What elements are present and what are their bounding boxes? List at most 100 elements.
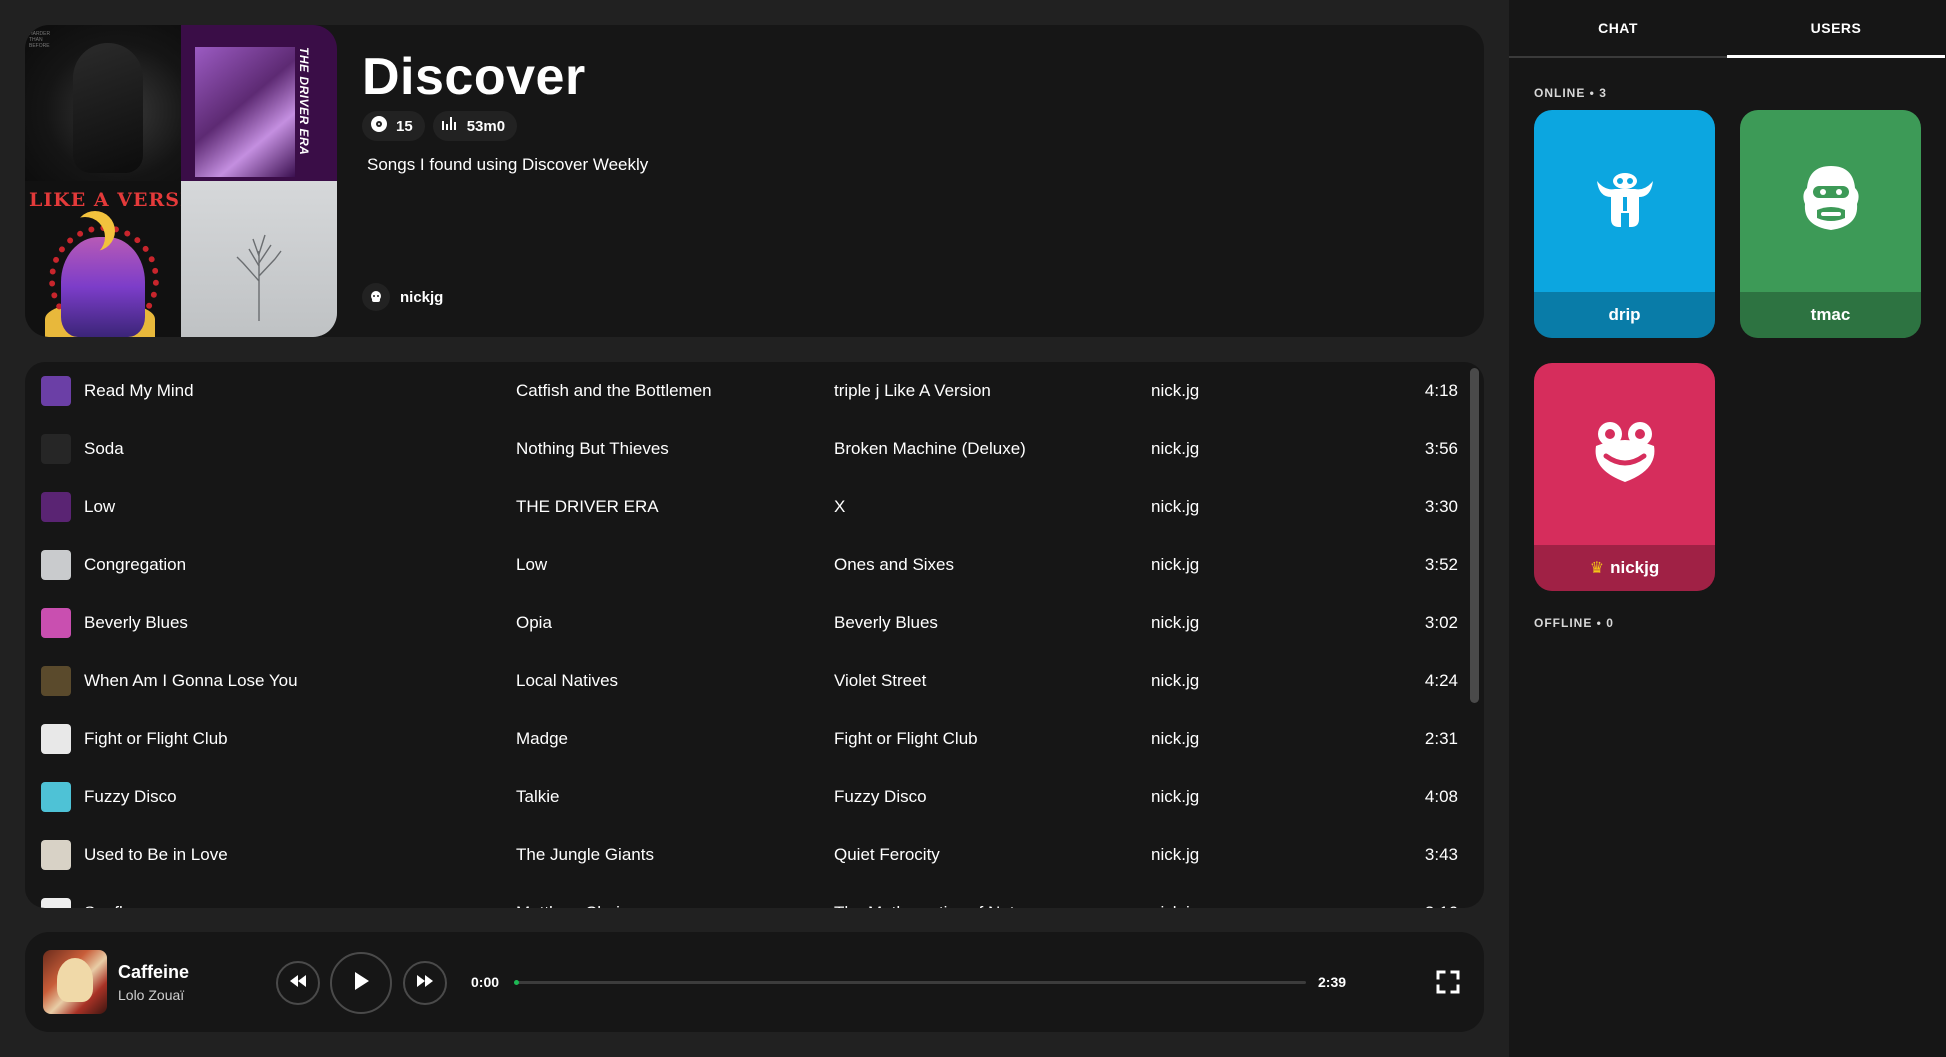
- progress-handle[interactable]: [514, 980, 519, 985]
- track-row[interactable]: Sunflowers Matthew Chaim The Mathematics o…: [25, 884, 1484, 908]
- track-count: 15: [396, 117, 413, 135]
- progress-bar[interactable]: [514, 980, 1306, 985]
- playlist-description: Songs I found using Discover Weekly: [367, 155, 649, 174]
- fast-forward-button[interactable]: [403, 961, 447, 1005]
- track-added-by: nick.jg: [1151, 497, 1200, 516]
- track-title: Fuzzy Disco: [84, 787, 177, 806]
- track-album[interactable]: X: [834, 497, 845, 517]
- cover-tile-2: THE DRIVER ERA: [181, 25, 337, 181]
- fullscreen-icon: [1434, 970, 1462, 1000]
- duration-badge: 53m0: [432, 111, 518, 141]
- track-artist[interactable]: Catfish and the Bottlemen: [516, 381, 712, 401]
- now-playing-artist: Lolo Zouaï: [118, 987, 185, 1003]
- track-artist[interactable]: Nothing But Thieves: [516, 439, 669, 459]
- track-title: Low: [84, 497, 116, 516]
- playlist-owner[interactable]: nickjg: [362, 283, 443, 311]
- track-title: Sunflowers: [84, 903, 168, 908]
- total-time: 2:39: [1318, 974, 1347, 990]
- track-artist[interactable]: Local Natives: [516, 671, 618, 691]
- track-added-by: nick.jg: [1151, 845, 1200, 864]
- track-list-scrollbar[interactable]: [1470, 368, 1479, 703]
- playlist-stats: 15 53m0: [362, 111, 518, 141]
- track-artist[interactable]: Matthew Chaim: [516, 903, 634, 908]
- user-card-tmac[interactable]: tmac: [1740, 110, 1921, 338]
- track-row[interactable]: Soda Nothing But Thieves Broken Machine (D…: [25, 420, 1484, 478]
- track-row[interactable]: Used to Be in Love The Jungle Giants Quiet…: [25, 826, 1484, 884]
- track-artist[interactable]: Madge: [516, 729, 568, 749]
- track-album[interactable]: Fight or Flight Club: [834, 729, 978, 749]
- track-duration: 2:31: [1424, 729, 1458, 748]
- track-title: Read My Mind: [84, 381, 194, 400]
- user-card-nickjg[interactable]: ♛ nickjg: [1534, 363, 1715, 591]
- user-name-bar: ♛ nickjg: [1534, 545, 1715, 591]
- gorilla-icon: [1801, 164, 1861, 239]
- track-title: Fight or Flight Club: [84, 729, 228, 748]
- track-artist[interactable]: Talkie: [516, 787, 559, 807]
- track-added-by: nick.jg: [1151, 381, 1200, 400]
- track-row[interactable]: Beverly Blues Opia Beverly Blues nick.jg 3:0…: [25, 594, 1484, 652]
- user-card-drip[interactable]: drip: [1534, 110, 1715, 338]
- track-album[interactable]: Broken Machine (Deluxe): [834, 439, 1026, 459]
- playlist-header: HARDER THAN BEFORE THE DRIVER ERA LIKE A…: [25, 25, 1484, 337]
- user-name: tmac: [1810, 305, 1851, 324]
- app-root: HARDER THAN BEFORE THE DRIVER ERA LIKE A…: [0, 0, 1946, 1057]
- player-bar: Caffeine Lolo Zouaï 0:00 2:39: [25, 932, 1484, 1032]
- track-album[interactable]: Violet Street: [834, 671, 926, 691]
- track-duration: 3:16: [1425, 903, 1458, 908]
- track-list: Read My Mind Catfish and the Bottlemen tri…: [25, 362, 1484, 908]
- tab-users[interactable]: USERS: [1727, 0, 1945, 58]
- track-artist[interactable]: THE DRIVER ERA: [516, 497, 659, 517]
- track-album[interactable]: triple j Like A Version: [834, 381, 991, 401]
- track-duration: 4:08: [1424, 787, 1458, 806]
- user-avatar: [1740, 110, 1921, 292]
- track-album-art: [41, 434, 71, 464]
- track-artist[interactable]: Opia: [516, 613, 552, 633]
- track-album[interactable]: Fuzzy Disco: [834, 787, 927, 807]
- track-title: Used to Be in Love: [84, 845, 228, 864]
- user-name: drip: [1608, 305, 1641, 324]
- now-playing-art: [43, 950, 107, 1014]
- track-album-art: [41, 550, 71, 580]
- track-album-art: [41, 376, 71, 406]
- rewind-icon: [290, 974, 306, 992]
- track-title: Beverly Blues: [84, 613, 188, 632]
- frog-icon: [1592, 420, 1658, 489]
- track-row[interactable]: Fuzzy Disco Talkie Fuzzy Disco nick.jg 4:08: [25, 768, 1484, 826]
- track-artist[interactable]: The Jungle Giants: [516, 845, 654, 865]
- user-name-bar: drip: [1534, 292, 1715, 338]
- track-row[interactable]: Congregation Low Ones and Sixes nick.jg 3:52: [25, 536, 1484, 594]
- current-time: 0:00: [471, 974, 500, 990]
- owner-name: nickjg: [400, 288, 444, 306]
- track-added-by: nick.jg: [1151, 787, 1200, 806]
- track-album[interactable]: Ones and Sixes: [834, 555, 954, 575]
- track-album[interactable]: The Mathematics of Nature: [834, 903, 1039, 908]
- now-playing-title: Caffeine: [118, 962, 190, 982]
- fast-forward-icon: [417, 974, 433, 992]
- play-button[interactable]: [330, 952, 392, 1014]
- track-row[interactable]: When Am I Gonna Lose You Local Natives Vio…: [25, 652, 1484, 710]
- offline-section-label: OFFLINE • 0: [1534, 616, 1614, 630]
- fullscreen-button[interactable]: [1434, 968, 1462, 996]
- tab-chat[interactable]: CHAT: [1509, 0, 1727, 58]
- user-name-bar: tmac: [1740, 292, 1921, 338]
- track-added-by: nick.jg: [1151, 439, 1200, 458]
- rewind-button[interactable]: [276, 961, 320, 1005]
- waveform-icon: [441, 116, 459, 136]
- track-album[interactable]: Beverly Blues: [834, 613, 938, 633]
- track-duration: 4:24: [1424, 671, 1458, 690]
- cow-skull-icon: [1593, 167, 1657, 236]
- track-row[interactable]: Low THE DRIVER ERA Xnick.jg 3:30: [25, 478, 1484, 536]
- cover-tile-3: LIKE A VERSION: [25, 181, 181, 337]
- crown-icon: ♛: [1589, 560, 1605, 577]
- right-sidebar: CHAT USERS ONLINE • 3 drip tmac ♛ nickjg…: [1509, 0, 1946, 1057]
- track-title: Congregation: [84, 555, 187, 574]
- track-album-art: [41, 492, 71, 522]
- track-artist[interactable]: Low: [516, 555, 547, 575]
- cover-tile-1-text: HARDER THAN BEFORE: [29, 31, 51, 49]
- track-row[interactable]: Read My Mind Catfish and the Bottlemen tri…: [25, 362, 1484, 420]
- track-duration: 3:56: [1424, 439, 1458, 458]
- track-album[interactable]: Quiet Ferocity: [834, 845, 940, 865]
- user-avatar: [1534, 110, 1715, 292]
- track-row[interactable]: Fight or Flight Club Madge Fight or Flight…: [25, 710, 1484, 768]
- cover-tile-1: HARDER THAN BEFORE: [25, 25, 181, 181]
